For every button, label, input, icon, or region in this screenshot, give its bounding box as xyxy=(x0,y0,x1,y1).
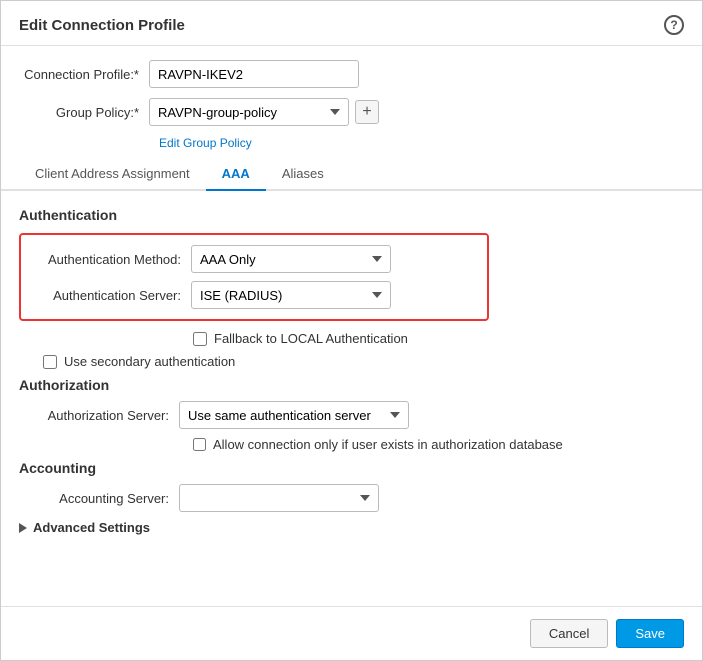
tabs-bar: Client Address Assignment AAA Aliases xyxy=(1,158,702,191)
dialog-title: Edit Connection Profile xyxy=(19,17,185,34)
fallback-local-row: Fallback to LOCAL Authentication xyxy=(19,331,684,346)
authentication-box: Authentication Method: AAA Only Authenti… xyxy=(19,233,489,321)
auth-method-select[interactable]: AAA Only xyxy=(191,245,391,273)
accounting-server-label: Accounting Server: xyxy=(19,491,179,506)
auth-method-row: Authentication Method: AAA Only xyxy=(31,245,477,273)
advanced-settings-label: Advanced Settings xyxy=(33,520,150,535)
fallback-local-checkbox[interactable] xyxy=(193,332,207,346)
group-policy-select[interactable]: RAVPN-group-policy xyxy=(149,98,349,126)
content-area: Authentication Authentication Method: AA… xyxy=(1,191,702,606)
help-icon[interactable]: ? xyxy=(664,15,684,35)
connection-profile-input[interactable] xyxy=(149,60,359,88)
accounting-server-select[interactable] xyxy=(179,484,379,512)
connection-profile-label: Connection Profile:* xyxy=(19,67,149,82)
group-policy-row: Group Policy:* RAVPN-group-policy + xyxy=(19,98,684,126)
edit-group-policy-link[interactable]: Edit Group Policy xyxy=(19,136,684,150)
allow-connection-row: Allow connection only if user exists in … xyxy=(19,437,684,452)
allow-connection-label: Allow connection only if user exists in … xyxy=(213,437,563,452)
dialog-header: Edit Connection Profile ? xyxy=(1,1,702,46)
group-policy-select-wrap: RAVPN-group-policy + xyxy=(149,98,379,126)
fallback-local-label: Fallback to LOCAL Authentication xyxy=(214,331,408,346)
auth-server-label: Authentication Server: xyxy=(31,288,191,303)
tab-aliases[interactable]: Aliases xyxy=(266,158,340,191)
add-group-policy-button[interactable]: + xyxy=(355,100,379,124)
auth-method-label: Authentication Method: xyxy=(31,252,191,267)
accounting-section-title: Accounting xyxy=(19,460,684,476)
secondary-auth-row: Use secondary authentication xyxy=(19,354,684,369)
form-section: Connection Profile:* Group Policy:* RAVP… xyxy=(1,46,702,154)
authorization-server-label: Authorization Server: xyxy=(19,408,179,423)
save-button[interactable]: Save xyxy=(616,619,684,648)
tab-aaa[interactable]: AAA xyxy=(206,158,266,191)
group-policy-label: Group Policy:* xyxy=(19,105,149,120)
edit-connection-profile-dialog: Edit Connection Profile ? Connection Pro… xyxy=(0,0,703,661)
authorization-section-title: Authorization xyxy=(19,377,684,393)
accounting-server-row: Accounting Server: xyxy=(19,484,684,512)
secondary-auth-label: Use secondary authentication xyxy=(64,354,235,369)
cancel-button[interactable]: Cancel xyxy=(530,619,608,648)
authorization-server-select[interactable]: Use same authentication server xyxy=(179,401,409,429)
auth-server-select[interactable]: ISE (RADIUS) xyxy=(191,281,391,309)
authentication-section-title: Authentication xyxy=(19,207,684,223)
tab-client-address-assignment[interactable]: Client Address Assignment xyxy=(19,158,206,191)
authorization-server-row: Authorization Server: Use same authentic… xyxy=(19,401,684,429)
auth-server-row: Authentication Server: ISE (RADIUS) xyxy=(31,281,477,309)
dialog-footer: Cancel Save xyxy=(1,606,702,660)
advanced-settings-triangle-icon xyxy=(19,523,27,533)
advanced-settings-row[interactable]: Advanced Settings xyxy=(19,520,684,535)
connection-profile-row: Connection Profile:* xyxy=(19,60,684,88)
secondary-auth-checkbox[interactable] xyxy=(43,355,57,369)
allow-connection-checkbox[interactable] xyxy=(193,438,206,451)
